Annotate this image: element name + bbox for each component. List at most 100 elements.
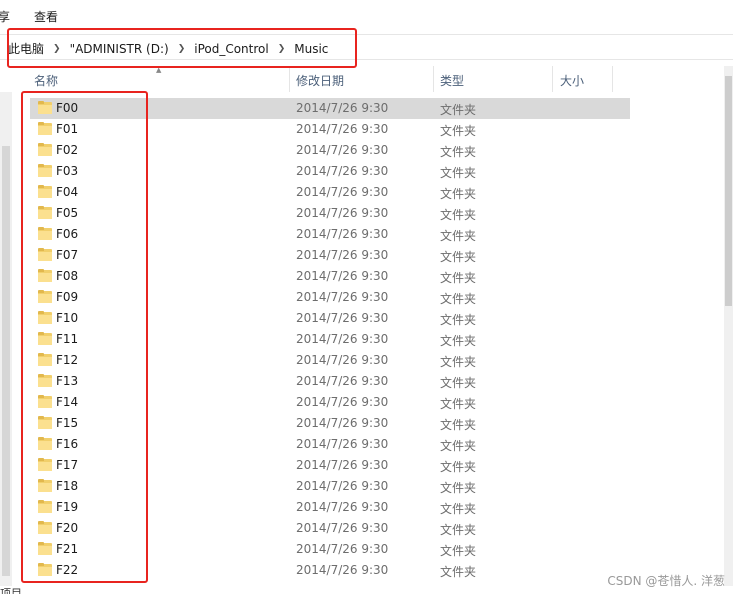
file-name: F04 bbox=[56, 185, 79, 199]
file-modified: 2014/7/26 9:30 bbox=[296, 563, 389, 577]
folder-icon bbox=[38, 563, 52, 576]
file-name: F02 bbox=[56, 143, 79, 157]
file-type: 文件夹 bbox=[440, 103, 477, 117]
watermark: CSDN @苍惜人. 洋葱 bbox=[607, 574, 725, 588]
file-list-scroll-thumb[interactable] bbox=[725, 76, 732, 306]
column-divider[interactable] bbox=[552, 66, 553, 92]
file-row[interactable]: F14 2014/7/26 9:30 文件夹 bbox=[30, 392, 630, 413]
file-name: F12 bbox=[56, 353, 79, 367]
file-row[interactable]: F05 2014/7/26 9:30 文件夹 bbox=[30, 203, 630, 224]
file-row[interactable]: F21 2014/7/26 9:30 文件夹 bbox=[30, 539, 630, 560]
folder-icon bbox=[38, 164, 52, 177]
column-divider[interactable] bbox=[289, 66, 290, 92]
file-type: 文件夹 bbox=[440, 439, 477, 453]
file-row[interactable]: F19 2014/7/26 9:30 文件夹 bbox=[30, 497, 630, 518]
folder-icon bbox=[38, 458, 52, 471]
file-row[interactable]: F06 2014/7/26 9:30 文件夹 bbox=[30, 224, 630, 245]
file-row[interactable]: F15 2014/7/26 9:30 文件夹 bbox=[30, 413, 630, 434]
breadcrumb: 此电脑 ❯ "ADMINISTR (D:) ❯ iPod_Control ❯ M… bbox=[8, 40, 328, 57]
file-type: 文件夹 bbox=[440, 418, 477, 432]
file-row[interactable]: F03 2014/7/26 9:30 文件夹 bbox=[30, 161, 630, 182]
file-row[interactable]: F11 2014/7/26 9:30 文件夹 bbox=[30, 329, 630, 350]
folder-icon bbox=[38, 500, 52, 513]
file-type: 文件夹 bbox=[440, 313, 477, 327]
ribbon-tab-share[interactable]: 享 bbox=[0, 8, 10, 25]
file-type: 文件夹 bbox=[440, 145, 477, 159]
file-row[interactable]: F10 2014/7/26 9:30 文件夹 bbox=[30, 308, 630, 329]
column-modified[interactable]: 修改日期 bbox=[296, 72, 344, 89]
file-row[interactable]: F00 2014/7/26 9:30 文件夹 bbox=[30, 98, 630, 119]
file-modified: 2014/7/26 9:30 bbox=[296, 479, 389, 493]
file-modified: 2014/7/26 9:30 bbox=[296, 290, 389, 304]
folder-icon bbox=[38, 143, 52, 156]
file-row[interactable]: F18 2014/7/26 9:30 文件夹 bbox=[30, 476, 630, 497]
file-row[interactable]: F01 2014/7/26 9:30 文件夹 bbox=[30, 119, 630, 140]
file-name: F09 bbox=[56, 290, 79, 304]
column-type[interactable]: 类型 bbox=[440, 72, 464, 89]
file-type: 文件夹 bbox=[440, 250, 477, 264]
file-type: 文件夹 bbox=[440, 271, 477, 285]
breadcrumb-ipod-control[interactable]: iPod_Control bbox=[194, 42, 268, 56]
file-name: F11 bbox=[56, 332, 79, 346]
folder-icon bbox=[38, 206, 52, 219]
file-row[interactable]: F13 2014/7/26 9:30 文件夹 bbox=[30, 371, 630, 392]
file-type: 文件夹 bbox=[440, 397, 477, 411]
file-type: 文件夹 bbox=[440, 208, 477, 222]
file-row[interactable]: F04 2014/7/26 9:30 文件夹 bbox=[30, 182, 630, 203]
file-modified: 2014/7/26 9:30 bbox=[296, 374, 389, 388]
folder-icon bbox=[38, 269, 52, 282]
file-modified: 2014/7/26 9:30 bbox=[296, 248, 389, 262]
column-name[interactable]: 名称 bbox=[34, 72, 58, 89]
chevron-right-icon[interactable]: ❯ bbox=[178, 44, 186, 54]
ribbon-tab-view[interactable]: 查看 bbox=[34, 8, 58, 25]
file-name: F00 bbox=[56, 101, 79, 115]
sort-up-icon: ▲ bbox=[156, 66, 162, 74]
file-row[interactable]: F20 2014/7/26 9:30 文件夹 bbox=[30, 518, 630, 539]
file-type: 文件夹 bbox=[440, 229, 477, 243]
folder-icon bbox=[38, 542, 52, 555]
file-row[interactable]: F22 2014/7/26 9:30 文件夹 bbox=[30, 560, 630, 581]
file-row[interactable]: F09 2014/7/26 9:30 文件夹 bbox=[30, 287, 630, 308]
file-modified: 2014/7/26 9:30 bbox=[296, 332, 389, 346]
folder-icon bbox=[38, 185, 52, 198]
file-name: F22 bbox=[56, 563, 79, 577]
file-list-scrollbar[interactable] bbox=[724, 66, 733, 586]
breadcrumb-music[interactable]: Music bbox=[294, 42, 328, 56]
file-modified: 2014/7/26 9:30 bbox=[296, 353, 389, 367]
column-divider[interactable] bbox=[433, 66, 434, 92]
file-row[interactable]: F02 2014/7/26 9:30 文件夹 bbox=[30, 140, 630, 161]
file-type: 文件夹 bbox=[440, 502, 477, 516]
navigation-pane-scrollbar[interactable] bbox=[0, 66, 12, 586]
file-name: F17 bbox=[56, 458, 79, 472]
file-row[interactable]: F08 2014/7/26 9:30 文件夹 bbox=[30, 266, 630, 287]
chevron-right-icon[interactable]: ❯ bbox=[278, 44, 286, 54]
file-modified: 2014/7/26 9:30 bbox=[296, 395, 389, 409]
file-row[interactable]: F12 2014/7/26 9:30 文件夹 bbox=[30, 350, 630, 371]
file-row[interactable]: F07 2014/7/26 9:30 文件夹 bbox=[30, 245, 630, 266]
status-item-count: 项目 bbox=[0, 587, 22, 594]
file-name: F01 bbox=[56, 122, 79, 136]
address-bar[interactable]: 此电脑 ❯ "ADMINISTR (D:) ❯ iPod_Control ❯ M… bbox=[0, 34, 733, 60]
column-size[interactable]: 大小 bbox=[560, 72, 584, 89]
file-row[interactable]: F16 2014/7/26 9:30 文件夹 bbox=[30, 434, 630, 455]
file-type: 文件夹 bbox=[440, 460, 477, 474]
folder-icon bbox=[38, 227, 52, 240]
folder-icon bbox=[38, 479, 52, 492]
breadcrumb-this-pc[interactable]: 此电脑 bbox=[8, 40, 44, 57]
file-modified: 2014/7/26 9:30 bbox=[296, 164, 389, 178]
file-name: F05 bbox=[56, 206, 79, 220]
file-type: 文件夹 bbox=[440, 523, 477, 537]
folder-icon bbox=[38, 332, 52, 345]
breadcrumb-drive[interactable]: "ADMINISTR (D:) bbox=[70, 42, 169, 56]
column-divider[interactable] bbox=[612, 66, 613, 92]
file-row[interactable]: F17 2014/7/26 9:30 文件夹 bbox=[30, 455, 630, 476]
file-name: F16 bbox=[56, 437, 79, 451]
file-type: 文件夹 bbox=[440, 124, 477, 138]
file-type: 文件夹 bbox=[440, 481, 477, 495]
file-modified: 2014/7/26 9:30 bbox=[296, 458, 389, 472]
chevron-right-icon[interactable]: ❯ bbox=[53, 44, 61, 54]
file-name: F15 bbox=[56, 416, 79, 430]
file-modified: 2014/7/26 9:30 bbox=[296, 122, 389, 136]
file-modified: 2014/7/26 9:30 bbox=[296, 542, 389, 556]
navigation-pane-scroll-thumb[interactable] bbox=[2, 146, 10, 576]
